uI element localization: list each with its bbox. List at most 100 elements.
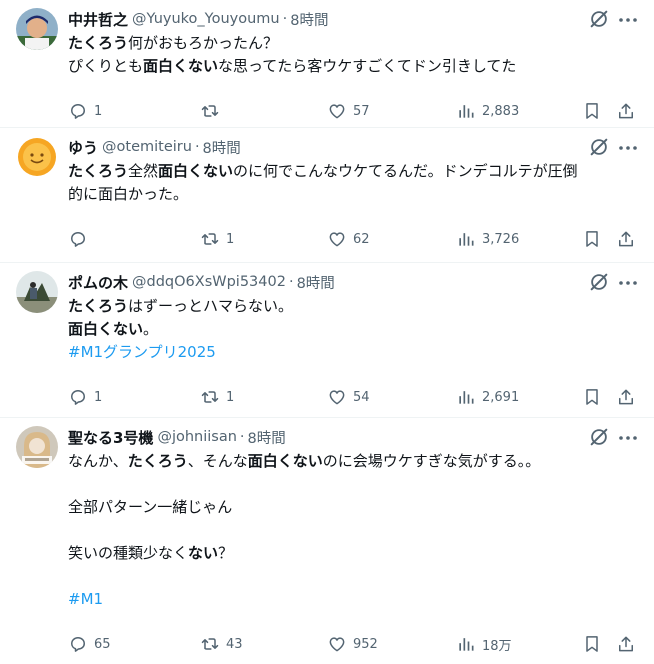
bookmark-icon bbox=[582, 634, 602, 654]
bookmark-button[interactable] bbox=[582, 228, 602, 250]
views-button[interactable]: 2,691 bbox=[456, 386, 519, 408]
like-icon bbox=[327, 101, 347, 121]
reply-icon bbox=[68, 387, 88, 407]
grok-icon[interactable] bbox=[588, 136, 610, 158]
tweet-text: なんか、たくろう、そんな面白くないのに会場ウケすぎな気がする。。全部パターン一緒… bbox=[68, 450, 638, 611]
views-button[interactable]: 2,883 bbox=[456, 100, 519, 122]
tweet[interactable]: 中井哲之 @Yuyuko_Youyoumu · 8時間 たくろう何がおもろかったん？ ぴく… bbox=[0, 0, 654, 128]
like-count: 54 bbox=[353, 389, 370, 405]
text-segment: 全部パターン一緒じゃん bbox=[68, 498, 233, 516]
user-handle[interactable]: @Yuyuko_Youyoumu bbox=[132, 11, 280, 27]
timestamp[interactable]: 8時間 bbox=[203, 137, 241, 158]
timestamp[interactable]: 8時間 bbox=[297, 272, 335, 293]
user-handle[interactable]: @otemiteiru bbox=[102, 139, 192, 155]
share-button[interactable] bbox=[616, 228, 636, 250]
display-name[interactable]: ゆう bbox=[68, 137, 98, 158]
text-line bbox=[68, 473, 638, 496]
reply-icon bbox=[68, 229, 88, 249]
avatar[interactable] bbox=[16, 271, 58, 313]
timestamp[interactable]: 8時間 bbox=[248, 427, 286, 448]
text-line: #M1グランプリ2025 bbox=[68, 341, 638, 364]
more-icon[interactable] bbox=[616, 271, 640, 293]
share-button[interactable] bbox=[616, 633, 636, 655]
retweet-count: 1 bbox=[226, 389, 235, 405]
retweet-button[interactable]: 43 bbox=[200, 633, 243, 655]
reply-button[interactable] bbox=[68, 228, 94, 250]
like-button[interactable]: 62 bbox=[327, 228, 370, 250]
separator-dot: · bbox=[194, 139, 200, 155]
tweet-actions: 1 57 2,883 bbox=[68, 100, 646, 122]
like-button[interactable]: 54 bbox=[327, 386, 370, 408]
display-name[interactable]: ポムの木 bbox=[68, 272, 128, 293]
reply-button[interactable]: 65 bbox=[68, 633, 111, 655]
avatar[interactable] bbox=[16, 8, 58, 50]
like-icon bbox=[327, 387, 347, 407]
views-button[interactable]: 18万 bbox=[456, 633, 512, 655]
grok-icon[interactable] bbox=[588, 426, 610, 448]
hashtag-link[interactable]: #M1 bbox=[68, 590, 103, 608]
bookmark-button[interactable] bbox=[582, 386, 602, 408]
display-name[interactable]: 聖なる3号機 bbox=[68, 427, 153, 448]
user-handle[interactable]: @ddqO6XsWpi53402 bbox=[132, 274, 286, 290]
text-line: 笑いの種類少なくない？ bbox=[68, 542, 638, 565]
like-count: 57 bbox=[353, 103, 370, 119]
retweet-icon bbox=[200, 101, 220, 121]
highlighted-keyword: 面白くない bbox=[247, 452, 323, 470]
like-count: 62 bbox=[353, 231, 370, 247]
tweet-actions: 65 43 952 18万 bbox=[68, 633, 646, 655]
reply-button[interactable]: 1 bbox=[68, 100, 102, 122]
retweet-button[interactable]: 1 bbox=[200, 228, 234, 250]
tweet-header: 中井哲之 @Yuyuko_Youyoumu · 8時間 bbox=[68, 8, 574, 30]
text-segment: な思ってたら客ウケすごくてドン引きしてた bbox=[218, 57, 517, 75]
avatar[interactable] bbox=[16, 426, 58, 468]
reply-count: 1 bbox=[94, 389, 103, 405]
tweet[interactable]: 聖なる3号機 @johniisan · 8時間 なんか、たくろう、そんな面白くないのに会… bbox=[0, 418, 654, 664]
text-line: なんか、たくろう、そんな面白くないのに会場ウケすぎな気がする。。 bbox=[68, 450, 638, 473]
text-line: たくろうはずーっとハマらない。 bbox=[68, 295, 638, 318]
retweet-button[interactable]: 1 bbox=[200, 386, 234, 408]
avatar[interactable] bbox=[16, 136, 58, 178]
highlighted-keyword: たくろう bbox=[68, 162, 129, 180]
timestamp[interactable]: 8時間 bbox=[290, 9, 328, 30]
text-line: 的に面白かった。 bbox=[68, 183, 638, 206]
retweet-icon bbox=[200, 229, 220, 249]
text-segment: のに会場ウケすぎな気がする。。 bbox=[322, 452, 541, 470]
bookmark-icon bbox=[582, 229, 602, 249]
tweet[interactable]: ポムの木 @ddqO6XsWpi53402 · 8時間 たくろうはずーっとハマらない。面… bbox=[0, 263, 654, 418]
tweet-actions: 1 1 54 2,691 bbox=[68, 386, 646, 408]
retweet-icon bbox=[200, 634, 220, 654]
bookmark-icon bbox=[582, 101, 602, 121]
share-button[interactable] bbox=[616, 386, 636, 408]
reply-button[interactable]: 1 bbox=[68, 386, 102, 408]
tweet-header: ゆう @otemiteiru · 8時間 bbox=[68, 136, 574, 158]
bookmark-button[interactable] bbox=[582, 100, 602, 122]
user-handle[interactable]: @johniisan bbox=[157, 429, 236, 445]
like-icon bbox=[327, 634, 347, 654]
reply-icon bbox=[68, 101, 88, 121]
like-icon bbox=[327, 229, 347, 249]
tweet[interactable]: ゆう @otemiteiru · 8時間 たくろう全然面白くないのに何でこんなウケてるん… bbox=[0, 128, 654, 263]
display-name[interactable]: 中井哲之 bbox=[68, 9, 128, 30]
tweet-header: 聖なる3号機 @johniisan · 8時間 bbox=[68, 426, 574, 448]
views-icon bbox=[456, 387, 476, 407]
text-segment: 。 bbox=[143, 320, 159, 338]
grok-icon[interactable] bbox=[588, 8, 610, 30]
views-button[interactable]: 3,726 bbox=[456, 228, 519, 250]
bookmark-button[interactable] bbox=[582, 633, 602, 655]
reply-icon bbox=[68, 634, 88, 654]
share-button[interactable] bbox=[616, 100, 636, 122]
tweet-text: たくろう全然面白くないのに何でこんなウケてるんだ。ドンデコルテが圧倒 的に面白かっ… bbox=[68, 160, 638, 206]
like-button[interactable]: 952 bbox=[327, 633, 378, 655]
highlighted-keyword: たくろう bbox=[68, 34, 129, 52]
retweet-button[interactable] bbox=[200, 100, 226, 122]
tweet-text: たくろう何がおもろかったん？ ぴくりとも面白くないな思ってたら客ウケすごくてドン引… bbox=[68, 32, 638, 78]
more-icon[interactable] bbox=[616, 136, 640, 158]
like-button[interactable]: 57 bbox=[327, 100, 370, 122]
grok-icon[interactable] bbox=[588, 271, 610, 293]
views-count: 3,726 bbox=[482, 231, 520, 247]
text-segment: 笑いの種類少なく bbox=[68, 544, 189, 562]
more-icon[interactable] bbox=[616, 8, 640, 30]
more-icon[interactable] bbox=[616, 426, 640, 448]
views-count: 2,883 bbox=[482, 103, 520, 119]
hashtag-link[interactable]: #M1グランプリ2025 bbox=[68, 343, 216, 361]
